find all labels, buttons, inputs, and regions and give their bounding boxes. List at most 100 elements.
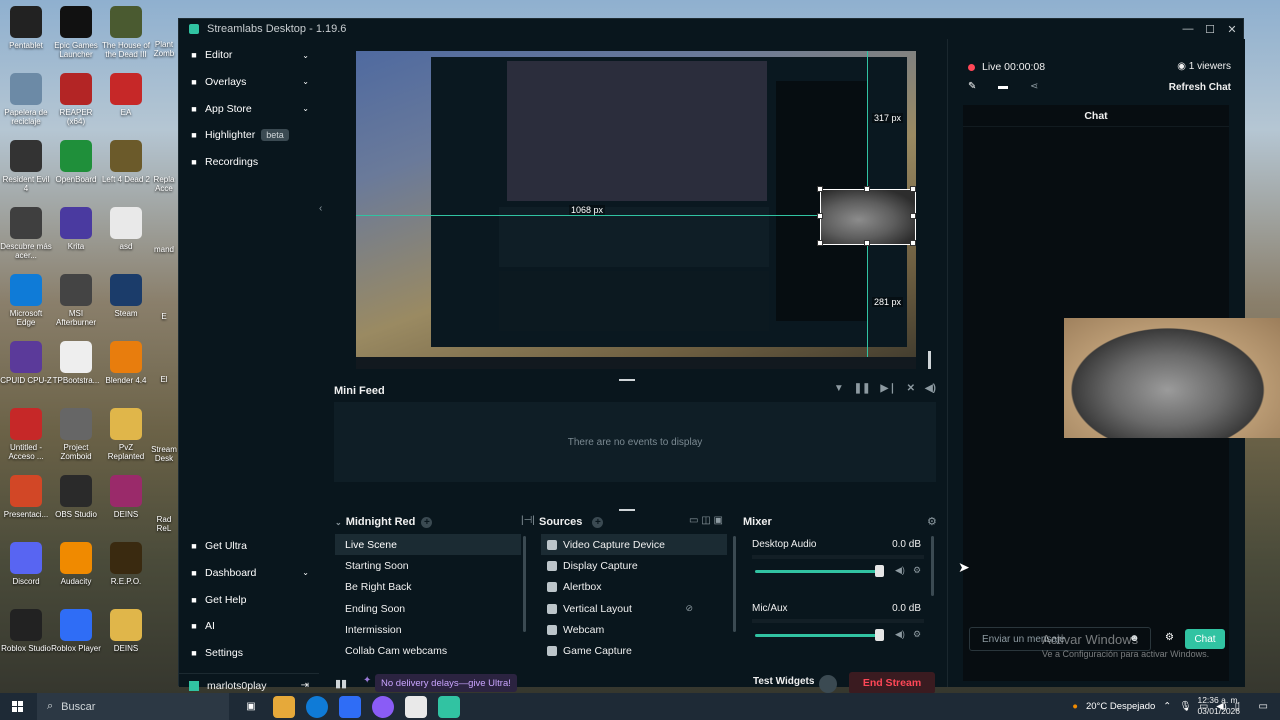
desktop-shortcut[interactable]: asd	[100, 207, 152, 251]
taskbar-clock[interactable]: 12:36 a. m. 03/01/2026	[1197, 695, 1240, 717]
windows-start-icon[interactable]	[12, 701, 23, 712]
desktop-shortcut-partial[interactable]: Rad ReL	[150, 515, 178, 533]
desktop-shortcut[interactable]: Roblox Studio	[0, 609, 52, 653]
desktop-shortcut-partial[interactable]: El	[150, 375, 178, 384]
desktop-shortcut[interactable]: R.E.P.O.	[100, 542, 152, 586]
resize-handle[interactable]	[864, 240, 870, 246]
source-item[interactable]: Vertical Layout ⊘	[541, 598, 727, 619]
pause-icon[interactable]: ❚❚	[854, 383, 871, 394]
studio-preview[interactable]: 317 px 1068 px 281 px	[356, 51, 916, 369]
mute-icon[interactable]: ◀)	[895, 565, 905, 576]
selected-webcam-source[interactable]	[820, 189, 916, 245]
sidebar-item-get-help[interactable]: ■ Get Help	[179, 587, 319, 613]
task-view-icon[interactable]: ▣	[240, 696, 262, 718]
minimize-button[interactable]: —	[1177, 19, 1199, 39]
volume-slider[interactable]	[755, 634, 879, 637]
volume-slider[interactable]	[755, 570, 879, 573]
stats-icon[interactable]: ▮▮	[335, 677, 347, 690]
scene-item[interactable]: Be Right Back	[335, 577, 521, 598]
desktop-shortcut-partial[interactable]: E	[150, 312, 178, 321]
sidebar-item-dashboard[interactable]: ■ Dashboard ⌄	[179, 560, 319, 586]
maximize-button[interactable]: ☐	[1199, 19, 1221, 39]
chevron-down-icon[interactable]: ⌄	[335, 518, 342, 527]
skip-icon[interactable]: ▶❘	[881, 383, 897, 394]
desktop-shortcut[interactable]: Resident Evil 4	[0, 140, 52, 193]
resize-handle[interactable]	[817, 240, 823, 246]
copilot-icon[interactable]	[372, 695, 394, 718]
desktop-shortcut[interactable]: PvZ Replanted	[100, 408, 152, 461]
scene-item[interactable]: Live Scene	[335, 534, 521, 556]
sidebar-item-recordings[interactable]: ■ Recordings	[179, 149, 319, 175]
desktop-shortcut[interactable]: EA	[100, 73, 152, 117]
taskbar-search[interactable]: ⌕ Buscar	[37, 693, 229, 720]
resize-handle[interactable]	[910, 186, 916, 192]
desktop-shortcut[interactable]: Left 4 Dead 2	[100, 140, 152, 184]
desktop-shortcut-partial[interactable]: Plant Zomb	[150, 40, 178, 58]
refresh-chat-button[interactable]: Refresh Chat	[1169, 82, 1231, 93]
volume-icon[interactable]: ◀)	[925, 383, 936, 394]
desktop-shortcut[interactable]: Krita	[50, 207, 102, 251]
source-item[interactable]: Webcam	[541, 619, 727, 640]
add-source-button[interactable]: +	[592, 516, 604, 528]
mute-icon[interactable]: ◀)	[895, 629, 905, 640]
edit-stream-info-icon[interactable]: ✎	[968, 81, 976, 92]
scene-item[interactable]: Ending Soon	[335, 598, 521, 619]
notifications-icon[interactable]: ▭	[1259, 701, 1268, 712]
desktop-shortcut[interactable]: Blender 4.4	[100, 341, 152, 385]
desktop-shortcut-partial[interactable]: Stream Desk	[150, 445, 178, 463]
sidebar-item-get-ultra[interactable]: ■ Get Ultra	[179, 533, 319, 559]
desktop-shortcut[interactable]: Pentablet	[0, 6, 52, 50]
desktop-shortcut[interactable]: Untitled - Acceso ...	[0, 408, 52, 461]
source-tools-icons[interactable]: ▭ ◫ ▣	[689, 515, 723, 526]
record-button[interactable]	[819, 675, 837, 693]
desktop-shortcut[interactable]: Audacity	[50, 542, 102, 586]
desktop-shortcut[interactable]: Steam	[100, 274, 152, 318]
resize-handle[interactable]	[817, 186, 823, 192]
resize-handle[interactable]	[910, 240, 916, 246]
sidebar-item-highlighter[interactable]: ■ Highlighter beta	[179, 122, 319, 148]
desktop-shortcut[interactable]: Epic Games Launcher	[50, 6, 102, 59]
add-scene-button[interactable]: +	[421, 516, 433, 528]
mail-icon[interactable]	[339, 695, 361, 718]
test-widgets-button[interactable]: Test Widgets	[753, 676, 814, 687]
close-button[interactable]: ✕	[1221, 19, 1243, 39]
desktop-shortcut[interactable]: DEINS	[100, 609, 152, 653]
visibility-hidden-icon[interactable]: ⊘	[685, 603, 693, 614]
tray-arrow-icon[interactable]: ⌃	[1163, 701, 1171, 712]
scene-item[interactable]: Collab Cam webcams	[335, 640, 521, 661]
desktop-shortcut[interactable]: DEINS	[100, 475, 152, 519]
resize-handle[interactable]	[864, 186, 870, 192]
logout-icon[interactable]: ⇥	[301, 680, 309, 691]
end-stream-button[interactable]: End Stream	[849, 672, 935, 694]
channel-settings-icon[interactable]: ⚙	[913, 629, 921, 640]
desktop-shortcut[interactable]: Papelera de reciclaje	[0, 73, 52, 126]
resize-handle[interactable]	[817, 213, 823, 219]
mixer-scrollbar[interactable]	[931, 536, 934, 596]
desktop-shortcut[interactable]: OpenBoard	[50, 140, 102, 184]
desktop-shortcut[interactable]: CPUID CPU-Z	[0, 341, 52, 385]
desktop-shortcut[interactable]: Descubre más acer...	[0, 207, 52, 260]
panel-splitter[interactable]	[619, 509, 635, 511]
mute-alerts-icon[interactable]: ✕	[907, 383, 915, 394]
desktop-shortcut[interactable]: Microsoft Edge	[0, 274, 52, 327]
channel-settings-icon[interactable]: ⚙	[913, 565, 921, 576]
scene-item[interactable]: Intermission	[335, 619, 521, 640]
desktop-shortcut[interactable]: REAPER (x64)	[50, 73, 102, 126]
sidebar-item-editor[interactable]: ■ Editor ⌄	[179, 42, 319, 68]
source-item[interactable]: Display Capture	[541, 555, 727, 576]
streamlabs-taskbar-icon[interactable]	[438, 695, 460, 718]
mixer-settings-icon[interactable]: ⚙	[927, 515, 937, 528]
desktop-shortcut[interactable]: Project Zomboid	[50, 408, 102, 461]
ultra-promo-link[interactable]: No delivery delays—give Ultra!	[375, 674, 517, 692]
desktop-shortcut[interactable]: Presentaci...	[0, 475, 52, 519]
title-bar[interactable]: Streamlabs Desktop - 1.19.6 — ☐ ✕	[179, 19, 1243, 39]
source-item[interactable]: Video Capture Device	[541, 534, 727, 556]
desktop-shortcut[interactable]: OBS Studio	[50, 475, 102, 519]
clapper-icon[interactable]: ▬	[998, 81, 1008, 92]
desktop-shortcut-partial[interactable]: mand	[150, 245, 178, 254]
scene-item[interactable]: Starting Soon	[335, 555, 521, 576]
share-icon[interactable]: ⋖	[1030, 81, 1038, 92]
desktop-shortcut[interactable]: TPBootstra...	[50, 341, 102, 385]
preview-resize-handle[interactable]	[928, 351, 931, 369]
file-explorer-icon[interactable]	[273, 695, 295, 718]
